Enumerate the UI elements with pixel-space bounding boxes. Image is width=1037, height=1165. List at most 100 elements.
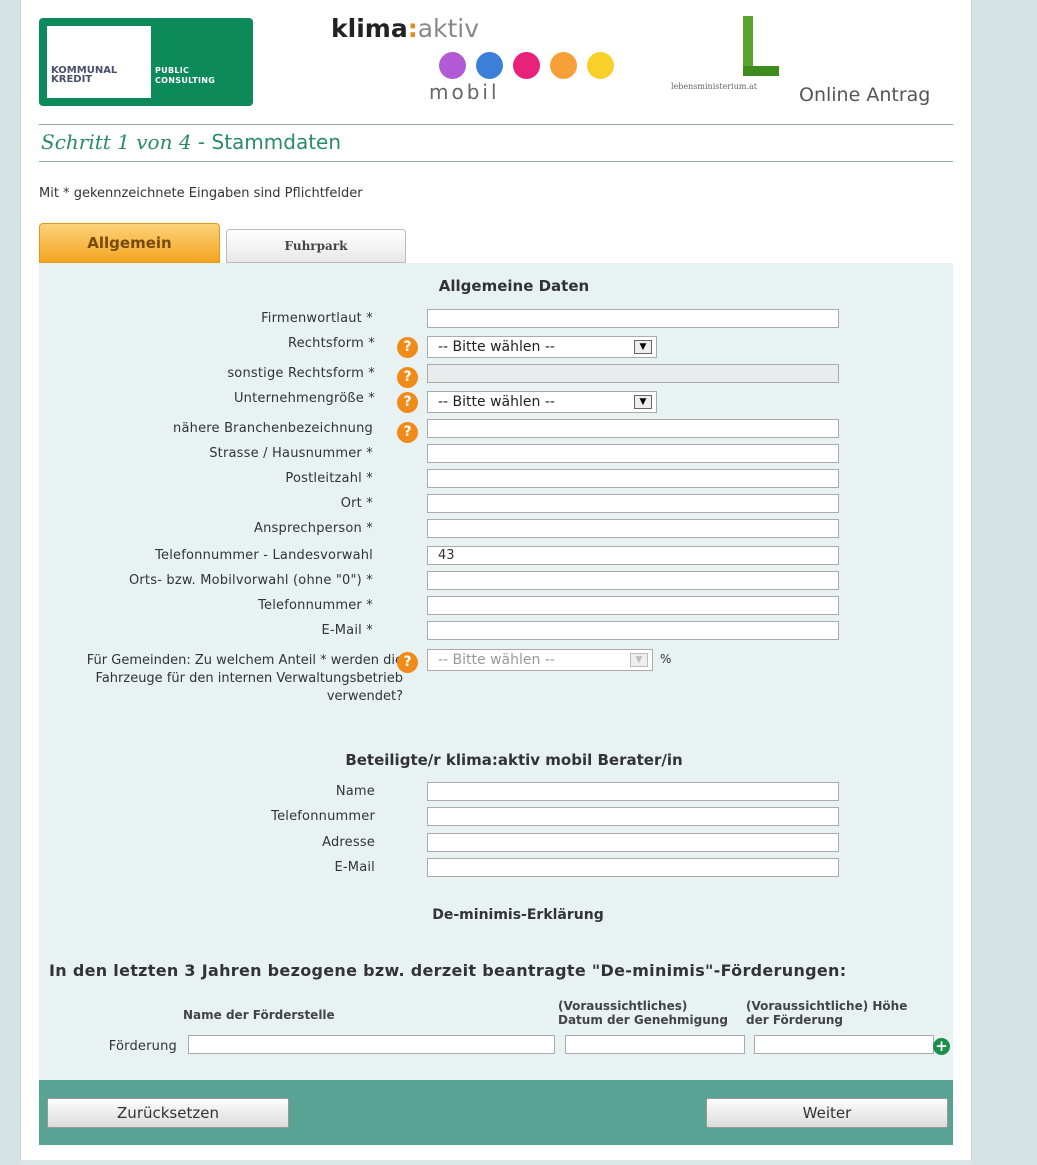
kk-logo-text: KOMMUNAL KREDIT	[51, 66, 117, 85]
genehmigung-datum-input[interactable]	[565, 1035, 745, 1054]
groesse-value: -- Bitte wählen --	[438, 394, 555, 410]
step-divider	[39, 161, 953, 162]
label-sonstige-rechtsform: sonstige Rechtsform *	[227, 366, 375, 381]
chevron-down-icon: ▼	[630, 653, 648, 667]
label-ansprechperson: Ansprechperson *	[254, 521, 373, 536]
percent-sign: %	[660, 652, 672, 666]
lm-logo-foot	[743, 66, 779, 76]
unternehmensgroesse-select[interactable]: -- Bitte wählen -- ▼	[427, 391, 657, 413]
ort-input[interactable]	[427, 494, 839, 513]
branche-input[interactable]	[427, 419, 839, 438]
next-button[interactable]: Weiter	[706, 1098, 948, 1128]
step-suffix: - Stammdaten	[191, 130, 342, 154]
step-title: Schritt 1 von 4 - Stammdaten	[41, 130, 341, 154]
logo-dot-pink	[513, 52, 540, 79]
telefonnummer-input[interactable]	[427, 596, 839, 615]
col-amount-line1: (Voraussichtliche) Höhe	[746, 999, 908, 1013]
help-icon[interactable]: ?	[397, 367, 418, 388]
page-sheet: KOMMUNAL KREDIT PUBLIC CONSULTING klima:…	[20, 0, 972, 1165]
deminimis-heading: In den letzten 3 Jahren bezogene bzw. de…	[49, 961, 847, 980]
landesvorwahl-input[interactable]: 43	[427, 546, 839, 565]
label-ort: Ort *	[340, 496, 373, 511]
kk-logo-white-block	[47, 26, 151, 98]
logo-dot-orange	[550, 52, 577, 79]
header-divider	[39, 124, 953, 125]
form-panel: Allgemeine Daten Firmenwortlaut * Rechts…	[39, 263, 953, 1080]
label-berater-name: Name	[335, 784, 375, 799]
col-amount-line2: der Förderung	[746, 1013, 844, 1027]
tab-fuhrpark[interactable]: Fuhrpark	[226, 229, 406, 263]
tab-allgemein[interactable]: Allgemein	[39, 223, 220, 263]
step-prefix: Schritt 1 von 4	[41, 130, 192, 154]
email-input[interactable]	[427, 621, 839, 640]
foerderung-hoehe-input[interactable]	[754, 1035, 934, 1054]
label-email: E-Mail *	[321, 623, 373, 638]
help-icon[interactable]: ?	[397, 337, 418, 358]
label-unternehmensgroesse: Unternehmengröße *	[233, 391, 375, 406]
col-date-line1: (Voraussichtliches)	[558, 999, 688, 1013]
chevron-down-icon: ▼	[634, 395, 652, 409]
help-icon[interactable]: ?	[397, 652, 418, 673]
label-berater-telefon: Telefonnummer	[271, 809, 375, 824]
klimaaktiv-title: klima:aktiv	[331, 14, 479, 43]
kommunalkredit-logo: KOMMUNAL KREDIT PUBLIC CONSULTING	[39, 18, 253, 106]
label-strasse: Strasse / Hausnummer *	[209, 446, 373, 461]
label-foerderung: Förderung	[108, 1039, 177, 1054]
deminimis-title: De-minimis-Erklärung	[432, 907, 604, 923]
col-header-date: (Voraussichtliches) Datum der Genehmigung	[558, 999, 728, 1027]
firmenwortlaut-input[interactable]	[427, 309, 839, 328]
kk-line2: KREDIT	[51, 74, 93, 85]
add-row-icon[interactable]: +	[933, 1038, 950, 1055]
strasse-input[interactable]	[427, 444, 839, 463]
general-section-title: Allgemeine Daten	[438, 277, 590, 295]
label-branche: nähere Branchenbezeichnung	[173, 421, 373, 436]
col-header-name: Name der Förderstelle	[183, 1008, 335, 1022]
foerderstelle-input[interactable]	[188, 1035, 555, 1054]
klimaaktiv-mobil: mobil	[429, 80, 500, 104]
berater-adresse-input[interactable]	[427, 833, 839, 852]
col-header-amount: (Voraussichtliche) Höhe der Förderung	[746, 999, 907, 1027]
label-berater-email: E-Mail	[334, 860, 375, 875]
online-antrag-title: Online Antrag	[799, 84, 931, 106]
label-ortsvorwahl: Orts- bzw. Mobilvorwahl (ohne "0") *	[128, 573, 373, 588]
help-icon[interactable]: ?	[397, 392, 418, 413]
required-note: Mit * gekennzeichnete Eingaben sind Pfli…	[39, 186, 363, 201]
kk-logo-text2: PUBLIC CONSULTING	[155, 66, 215, 86]
lebensministerium-logo: lebensministerium.at	[669, 16, 789, 100]
label-landesvorwahl: Telefonnummer - Landesvorwahl	[155, 548, 373, 563]
postleitzahl-input[interactable]	[427, 469, 839, 488]
ka-thin: aktiv	[417, 14, 480, 43]
berater-email-input[interactable]	[427, 858, 839, 877]
rechtsform-value: -- Bitte wählen --	[438, 339, 555, 355]
berater-name-input[interactable]	[427, 782, 839, 801]
berater-telefon-input[interactable]	[427, 807, 839, 826]
help-icon[interactable]: ?	[397, 422, 418, 443]
sonstige-rechtsform-input[interactable]	[427, 364, 839, 383]
anteil-value: -- Bitte wählen --	[438, 652, 555, 668]
ortsvorwahl-input[interactable]	[427, 571, 839, 590]
ansprechperson-input[interactable]	[427, 519, 839, 538]
label-firmenwortlaut: Firmenwortlaut *	[261, 311, 373, 326]
berater-section-title: Beteiligte/r klima:aktiv mobil Berater/i…	[345, 751, 683, 769]
label-postleitzahl: Postleitzahl *	[285, 471, 373, 486]
label-gemeinde-anteil: Für Gemeinden: Zu welchem Anteil * werde…	[86, 653, 403, 704]
page-bottom-edge	[20, 1160, 972, 1165]
logo-dot-purple	[439, 52, 466, 79]
logo-dot-yellow	[587, 52, 614, 79]
ka-bold: klima	[331, 14, 408, 43]
kk-line4: CONSULTING	[155, 76, 216, 85]
col-date-line2: Datum der Genehmigung	[558, 1013, 728, 1027]
label-rechtsform: Rechtsform *	[287, 336, 375, 351]
ka-colon: :	[407, 14, 418, 43]
label-berater-adresse: Adresse	[322, 835, 375, 850]
chevron-down-icon: ▼	[634, 340, 652, 354]
lm-logo-text: lebensministerium.at	[671, 82, 757, 91]
form-footer: Zurücksetzen Weiter	[39, 1080, 953, 1145]
logo-dot-blue	[476, 52, 503, 79]
gemeinde-anteil-select[interactable]: -- Bitte wählen -- ▼	[427, 649, 653, 671]
kk-line3: PUBLIC	[155, 66, 190, 75]
klimaaktiv-logo: klima:aktiv mobil	[331, 14, 621, 104]
reset-button[interactable]: Zurücksetzen	[47, 1098, 289, 1128]
rechtsform-select[interactable]: -- Bitte wählen -- ▼	[427, 336, 657, 358]
label-telefonnummer: Telefonnummer *	[258, 598, 373, 613]
